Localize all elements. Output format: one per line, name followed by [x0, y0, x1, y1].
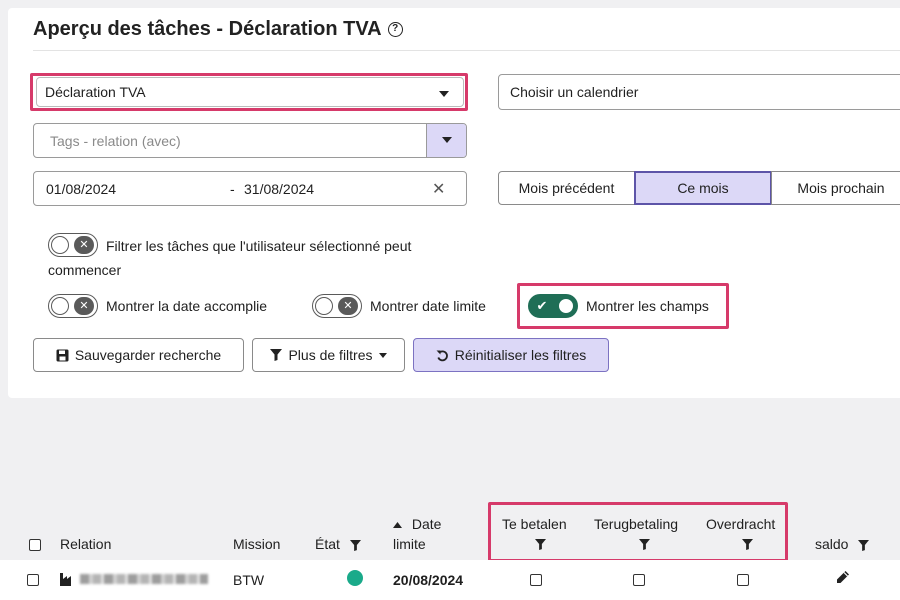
tags-select-placeholder: Tags - relation (avec): [50, 132, 181, 149]
show-completed-date-label: Montrer la date accomplie: [106, 298, 268, 314]
show-completed-date-toggle[interactable]: ✕: [48, 294, 98, 318]
clear-icon[interactable]: ✕: [432, 179, 445, 199]
column-header-date-limit-cont: limite: [393, 536, 426, 552]
toggle-knob: [51, 296, 69, 315]
next-month-button[interactable]: Mois prochain: [771, 171, 900, 205]
declaration-select[interactable]: Déclaration TVA: [36, 77, 464, 107]
close-icon: ✕: [74, 235, 94, 254]
show-fields-label: Montrer les champs: [586, 298, 709, 314]
save-search-button[interactable]: Sauvegarder recherche: [33, 338, 244, 372]
column-header-te-betalen[interactable]: Te betalen: [502, 516, 567, 532]
reset-filters-button[interactable]: Réinitialiser les filtres: [413, 338, 609, 372]
more-filters-label: Plus de filtres: [288, 347, 373, 363]
column-header-state[interactable]: État: [315, 536, 361, 552]
terugbetaling-checkbox[interactable]: [633, 574, 645, 586]
toggle-knob: [315, 296, 333, 315]
row-checkbox[interactable]: [27, 574, 39, 586]
toggle-knob: [557, 296, 575, 315]
help-icon[interactable]: ?: [387, 22, 403, 37]
current-month-button[interactable]: Ce mois: [634, 171, 772, 205]
filter-icon[interactable]: [639, 539, 650, 550]
calendar-select[interactable]: Choisir un calendrier: [498, 74, 900, 110]
state-indicator: [347, 570, 363, 586]
title-divider: [33, 50, 900, 51]
sort-up-icon: [393, 522, 402, 529]
filter-icon[interactable]: [349, 539, 361, 551]
tags-select[interactable]: Tags - relation (avec): [33, 123, 467, 158]
calendar-select-value: Choisir un calendrier: [510, 84, 639, 100]
close-icon: ✕: [338, 296, 358, 315]
show-deadline-label: Montrer date limite: [370, 298, 486, 314]
row-date-limit: 20/08/2024: [393, 572, 464, 588]
save-icon: [56, 349, 69, 361]
te-betalen-checkbox[interactable]: [530, 574, 542, 586]
chevron-down-icon: [439, 91, 449, 97]
column-header-relation[interactable]: Relation: [60, 536, 111, 552]
filter-icon[interactable]: [742, 539, 753, 550]
date-separator: -: [230, 180, 235, 197]
filter-startable-toggle[interactable]: ✕: [48, 233, 98, 257]
date-header-label: Date: [411, 516, 442, 532]
row-mission: BTW: [233, 572, 265, 588]
saldo-header-label: saldo: [815, 536, 849, 552]
tags-dropdown-button[interactable]: [426, 124, 466, 157]
chevron-down-icon: [442, 137, 452, 143]
show-deadline-toggle[interactable]: ✕: [312, 294, 362, 318]
highlight-field-columns: [488, 502, 788, 562]
filter-icon[interactable]: [535, 539, 546, 550]
column-header-saldo[interactable]: saldo: [815, 536, 870, 552]
column-header-terugbetaling[interactable]: Terugbetaling: [594, 516, 678, 532]
overdracht-checkbox[interactable]: [737, 574, 749, 586]
filter-icon[interactable]: [858, 539, 870, 551]
state-header-label: État: [315, 536, 340, 552]
factory-icon: [60, 573, 71, 586]
select-all-checkbox[interactable]: [29, 539, 41, 551]
filter-startable-label-cont: commencer: [48, 262, 122, 278]
declaration-select-value: Déclaration TVA: [45, 84, 146, 100]
column-header-mission[interactable]: Mission: [233, 536, 280, 552]
column-header-overdracht[interactable]: Overdracht: [706, 516, 775, 532]
redacted-relation-name: [80, 574, 208, 584]
filter-startable-label: Filtrer les tâches que l'utilisateur sél…: [106, 238, 412, 254]
check-icon: ✔: [536, 297, 548, 313]
previous-month-button[interactable]: Mois précédent: [498, 171, 635, 205]
more-filters-button[interactable]: Plus de filtres: [252, 338, 405, 372]
show-fields-toggle[interactable]: ✔: [528, 294, 578, 318]
close-icon: ✕: [74, 296, 94, 315]
undo-icon: [436, 349, 448, 361]
reset-filters-label: Réinitialiser les filtres: [454, 347, 587, 363]
date-to: 31/08/2024: [244, 180, 315, 197]
save-search-label: Sauvegarder recherche: [74, 347, 222, 363]
caret-down-icon: [378, 352, 387, 358]
pencil-icon[interactable]: [836, 570, 850, 584]
date-range-input[interactable]: 01/08/2024 - 31/08/2024 ✕: [33, 171, 467, 206]
page-title: Aperçu des tâches - Déclaration TVA ?: [33, 18, 403, 41]
date-from: 01/08/2024: [46, 180, 117, 197]
toggle-knob: [51, 235, 69, 254]
filter-icon: [270, 349, 283, 361]
column-header-date-limit[interactable]: Date: [393, 516, 441, 532]
